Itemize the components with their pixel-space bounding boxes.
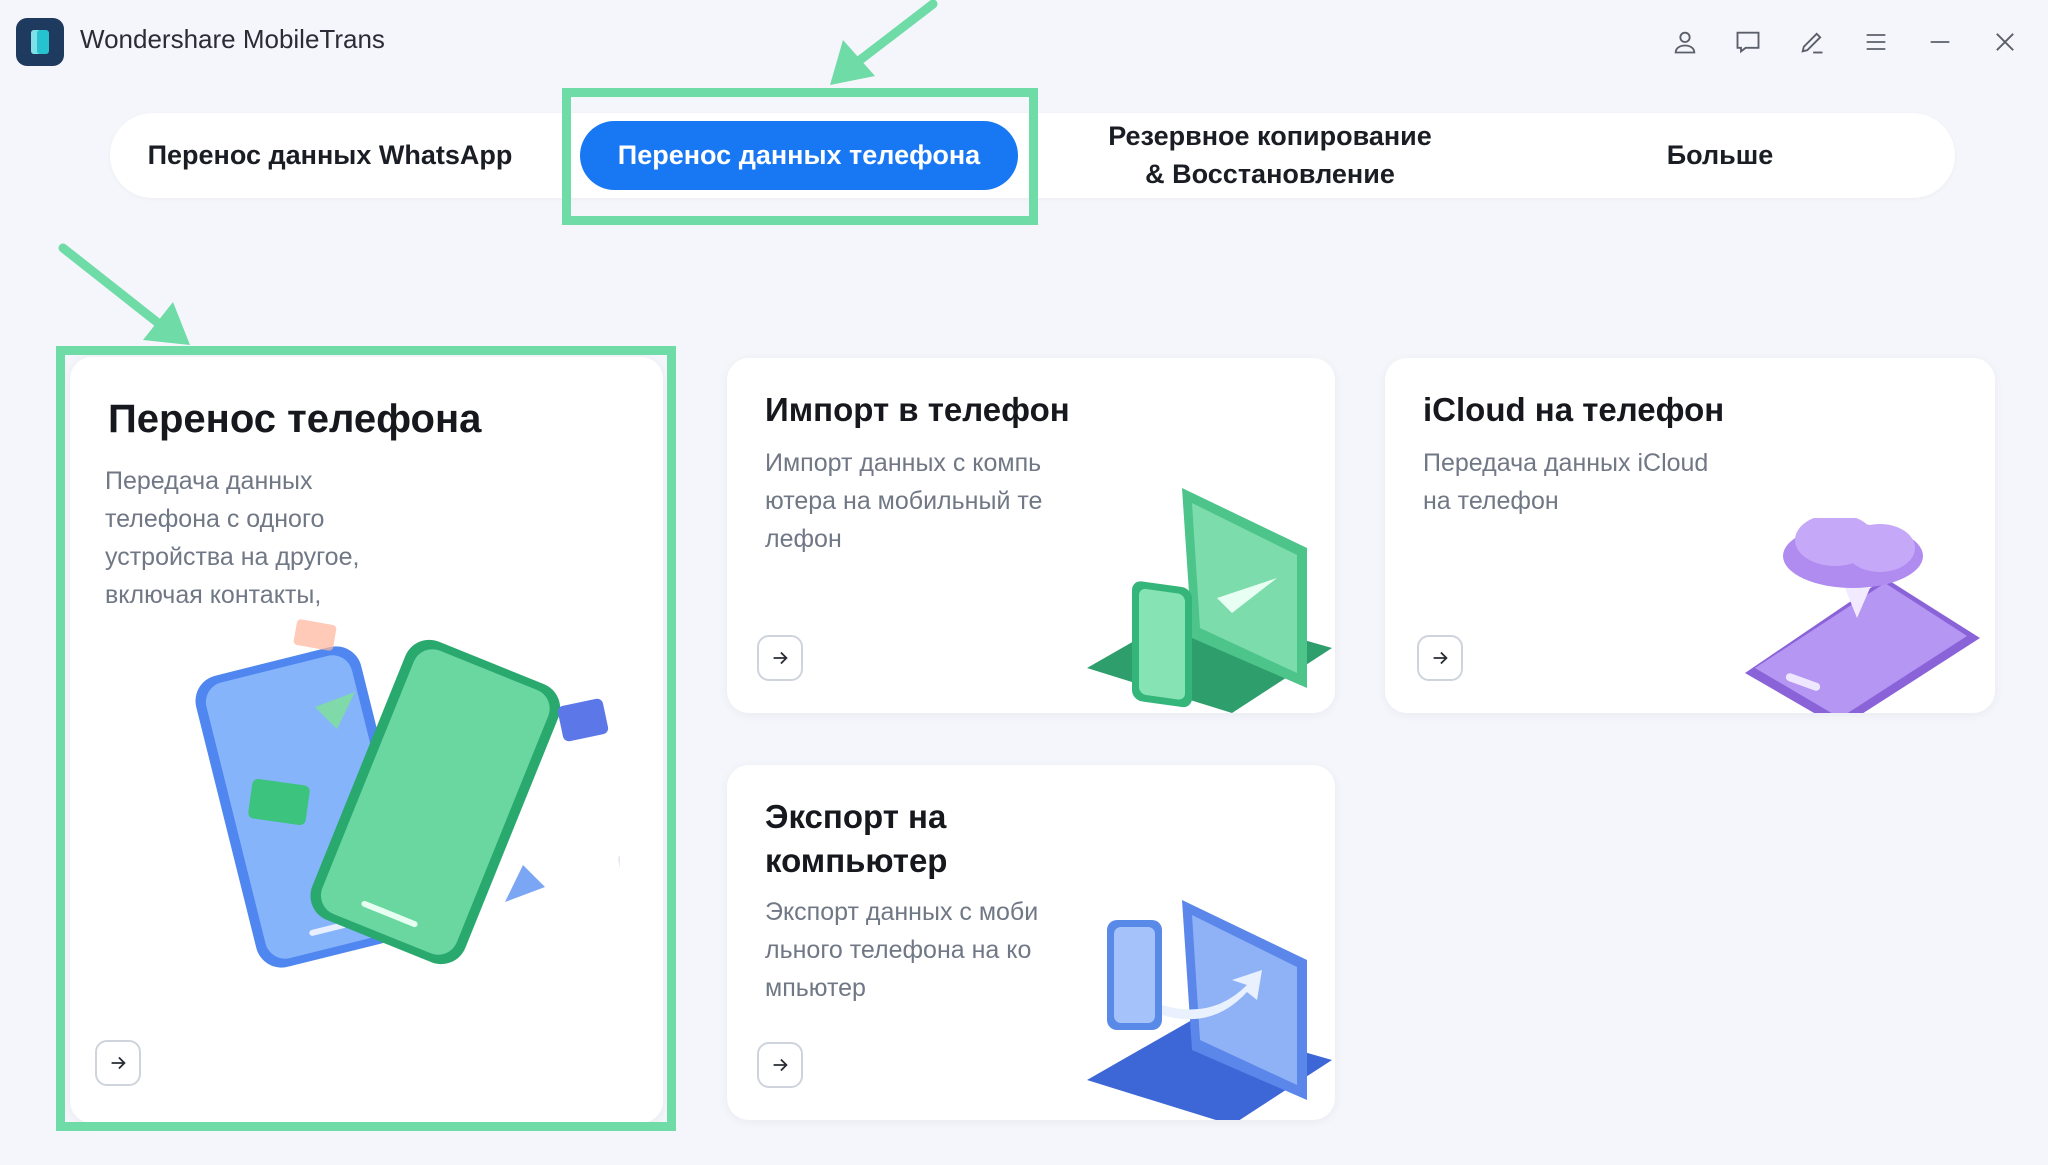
app-title: Wondershare MobileTrans	[80, 24, 385, 54]
menu-icon[interactable]	[1856, 22, 1896, 62]
tab-backup-restore[interactable]: Резервное копирование & Восстановление	[1040, 113, 1500, 198]
card-description: Передача данных iCloud на телефон	[1423, 449, 1709, 515]
arrow-right-icon	[773, 1058, 788, 1072]
export-illustration	[1087, 900, 1332, 1120]
account-icon[interactable]	[1665, 22, 1705, 62]
feedback-icon[interactable]	[1728, 22, 1768, 62]
icloud-to-phone-card[interactable]: iCloud на телефон Передача данных iCloud…	[1385, 358, 1995, 713]
arrow-right-icon	[1433, 651, 1448, 665]
card-title: iCloud на телефон	[1423, 391, 1725, 428]
card-description: Импорт данных с компь ютера на мобильный…	[765, 449, 1043, 553]
card-description: Передача данных телефона с одного устрой…	[105, 467, 360, 609]
card-title: Перенос телефона	[108, 397, 482, 441]
edit-icon[interactable]	[1792, 22, 1832, 62]
close-icon[interactable]	[1985, 22, 2025, 62]
icloud-arrow-button[interactable]	[1417, 635, 1463, 681]
phone-transfer-arrow-button[interactable]	[95, 1040, 141, 1086]
arrow-right-icon	[773, 651, 788, 665]
app-logo-icon	[16, 18, 64, 66]
import-arrow-button[interactable]	[757, 635, 803, 681]
icloud-illustration	[1745, 518, 1980, 713]
export-arrow-button[interactable]	[757, 1042, 803, 1088]
import-illustration	[1087, 488, 1332, 713]
title-bar: Wondershare MobileTrans	[0, 0, 2048, 85]
card-annotation-arrow	[58, 243, 190, 345]
phone-transfer-card[interactable]: Перенос телефона Передача данных телефон…	[70, 357, 663, 1123]
export-to-computer-card[interactable]: Экспорт на компьютер Экспорт данных с мо…	[727, 765, 1335, 1120]
tab-phone-transfer[interactable]: Перенос данных телефона	[580, 121, 1018, 190]
import-to-phone-card[interactable]: Импорт в телефон Импорт данных с компь ю…	[727, 358, 1335, 713]
card-title: Экспорт на компьютер	[765, 798, 948, 879]
tab-whatsapp-transfer[interactable]: Перенос данных WhatsApp	[130, 113, 530, 198]
arrow-right-icon	[111, 1056, 126, 1070]
tab-backup-label-line1: Резервное копирование	[1108, 120, 1432, 151]
tab-more[interactable]: Больше	[1590, 113, 1850, 198]
tab-backup-label-line2: & Восстановление	[1145, 158, 1395, 189]
phone-transfer-illustration	[195, 619, 620, 968]
minimize-icon[interactable]	[1920, 22, 1960, 62]
main-tab-bar: Перенос данных WhatsApp Перенос данных т…	[110, 113, 1955, 198]
card-description: Экспорт данных с моби льного телефона на…	[765, 898, 1039, 1002]
card-title: Импорт в телефон	[765, 391, 1070, 428]
